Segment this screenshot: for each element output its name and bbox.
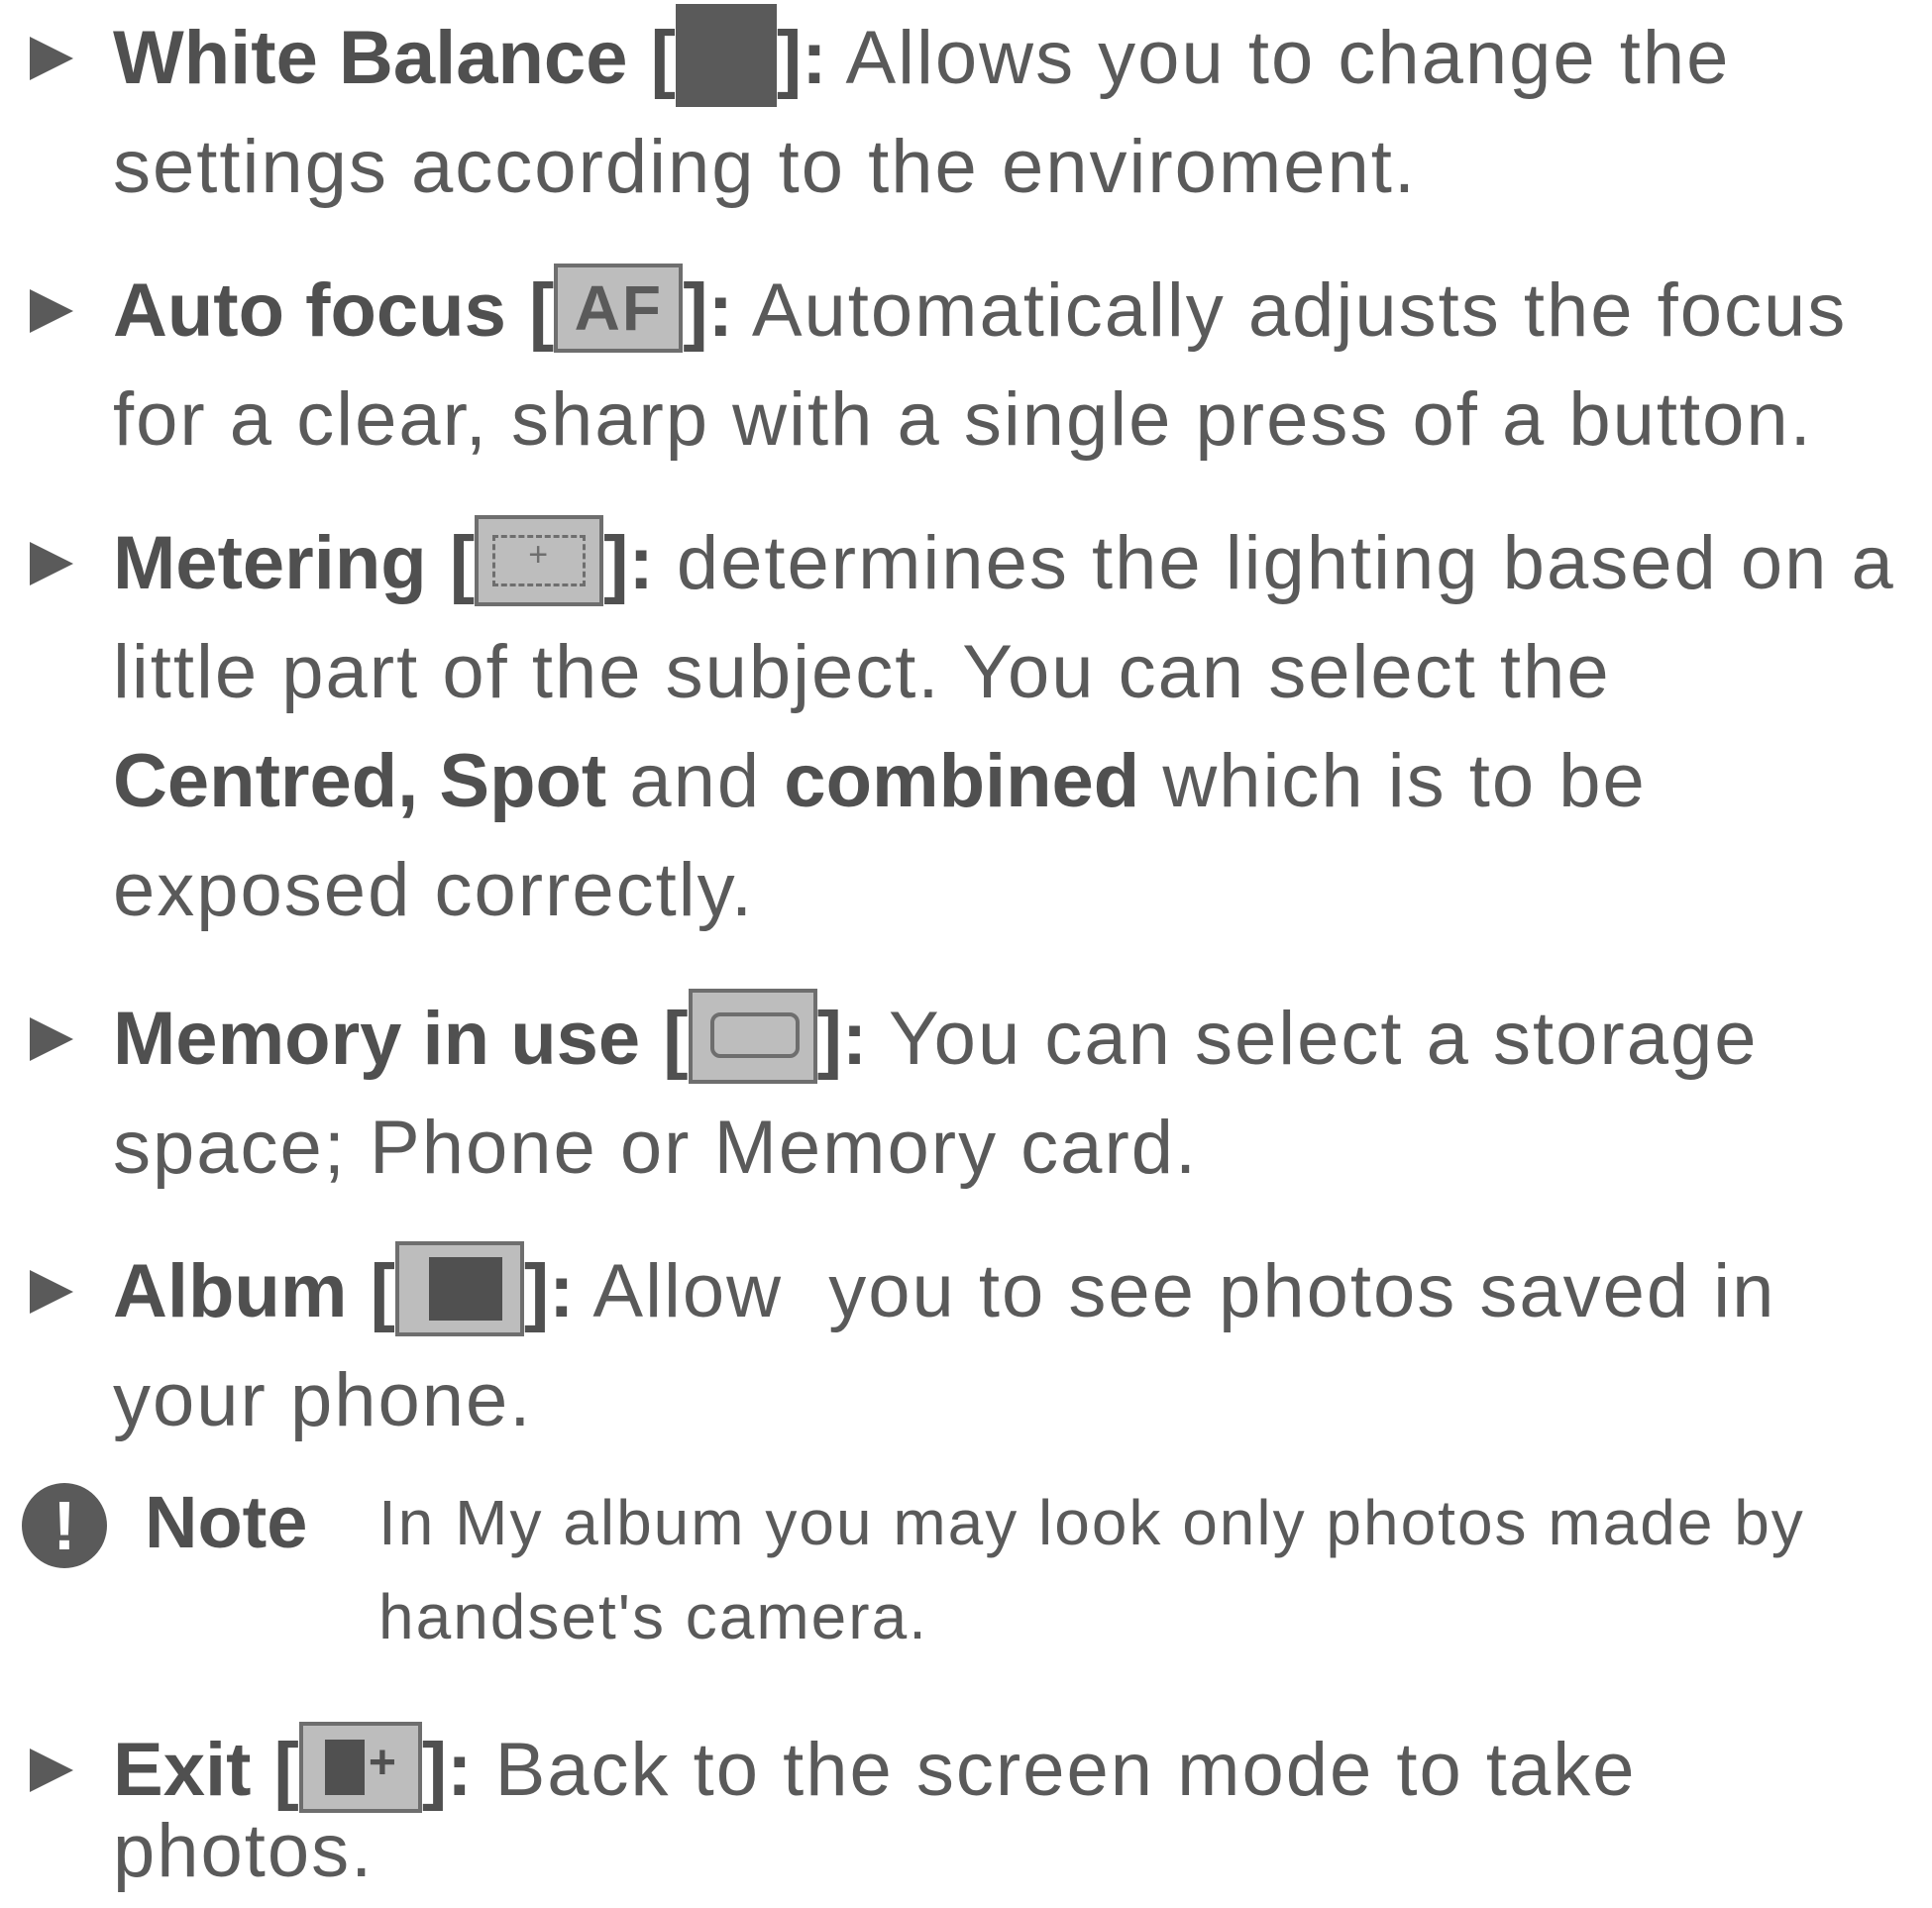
memory-text: You can select a storage xyxy=(888,997,1759,1081)
album-line-2: your phone. xyxy=(113,1346,532,1455)
bracket-close: ]: xyxy=(816,997,868,1081)
metering-text-4: exposed correctly. xyxy=(113,848,755,932)
album-text: Allow you to see photos saved in xyxy=(592,1249,1776,1333)
metering-title: Metering xyxy=(113,521,427,605)
metering-option-centred-spot: Centred, Spot xyxy=(113,739,607,823)
bracket-open: [ xyxy=(449,521,476,605)
bracket-close: ]: xyxy=(421,1728,473,1812)
bullet-arrow-icon xyxy=(30,37,73,80)
metering-text-3: which is to be xyxy=(1162,739,1647,823)
auto-focus-icon: AF xyxy=(554,263,684,353)
bracket-close: ]: xyxy=(683,268,733,353)
bracket-open: [ xyxy=(663,997,689,1081)
metering-line-4: exposed correctly. xyxy=(113,836,754,945)
bracket-open: [ xyxy=(370,1249,395,1333)
bullet-arrow-icon xyxy=(30,1017,73,1061)
note-text-2: handset's camera. xyxy=(378,1581,928,1652)
metering-connector: and xyxy=(629,739,762,823)
auto-focus-line-2: for a clear, sharp with a single press o… xyxy=(113,366,1813,475)
bracket-open: [ xyxy=(528,268,555,353)
bracket-close: ]: xyxy=(776,16,827,100)
bullet-arrow-icon xyxy=(30,289,73,333)
note-text-1: In My album you may look only photos mad… xyxy=(378,1487,1805,1558)
metering-text: determines the lighting based on a xyxy=(676,521,1895,605)
manual-page: White Balance []: Allows you to change t… xyxy=(0,0,1932,1908)
white-balance-line-1: White Balance []: Allows you to change t… xyxy=(113,3,1731,115)
bracket-close: ]: xyxy=(603,521,654,605)
auto-focus-title: Auto focus xyxy=(113,268,506,353)
metering-icon xyxy=(475,514,604,606)
memory-line-2: space; Phone or Memory card. xyxy=(113,1094,1198,1203)
note-warning-icon: ! xyxy=(22,1483,107,1568)
white-balance-icon xyxy=(675,3,777,107)
note-label: Note xyxy=(145,1481,308,1563)
metering-line-1: Metering []: determines the lighting bas… xyxy=(113,509,1895,618)
metering-line-3: Centred, Spot and combined which is to b… xyxy=(113,727,1647,836)
bracket-close: ]: xyxy=(523,1249,575,1333)
auto-focus-text: Automatically adjusts the focus xyxy=(751,268,1848,353)
metering-option-combined: combined xyxy=(784,739,1140,823)
album-icon xyxy=(394,1240,524,1336)
auto-focus-text-2: for a clear, sharp with a single press o… xyxy=(113,377,1813,462)
memory-text-2: space; Phone or Memory card. xyxy=(113,1106,1199,1190)
metering-text-2: little part of the subject. You can sele… xyxy=(113,630,1611,714)
auto-focus-line-1: Auto focus [AF]: Automatically adjusts t… xyxy=(113,257,1847,366)
note-icon-glyph: ! xyxy=(53,1487,76,1564)
bracket-open: [ xyxy=(650,16,676,100)
exit-line-2: photos. xyxy=(113,1797,374,1906)
bullet-arrow-icon xyxy=(30,1749,73,1792)
bullet-arrow-icon xyxy=(30,1270,73,1314)
album-title: Album xyxy=(113,1249,348,1333)
album-line-1: Album []: Allow you to see photos saved … xyxy=(113,1237,1775,1346)
white-balance-text: Allows you to change the xyxy=(845,16,1731,100)
memory-icon xyxy=(688,988,817,1084)
album-text-2: your phone. xyxy=(113,1358,533,1442)
white-balance-line-2: settings according to the enviroment. xyxy=(113,113,1417,222)
memory-title: Memory in use xyxy=(113,997,641,1081)
exit-text: Back to the screen mode to take xyxy=(494,1728,1637,1812)
white-balance-text-2: settings according to the enviroment. xyxy=(113,125,1418,209)
memory-line-1: Memory in use []: You can select a stora… xyxy=(113,985,1759,1094)
metering-line-2: little part of the subject. You can sele… xyxy=(113,618,1611,727)
bullet-arrow-icon xyxy=(30,542,73,585)
exit-text-2: photos. xyxy=(113,1809,375,1893)
white-balance-title: White Balance xyxy=(113,16,628,100)
